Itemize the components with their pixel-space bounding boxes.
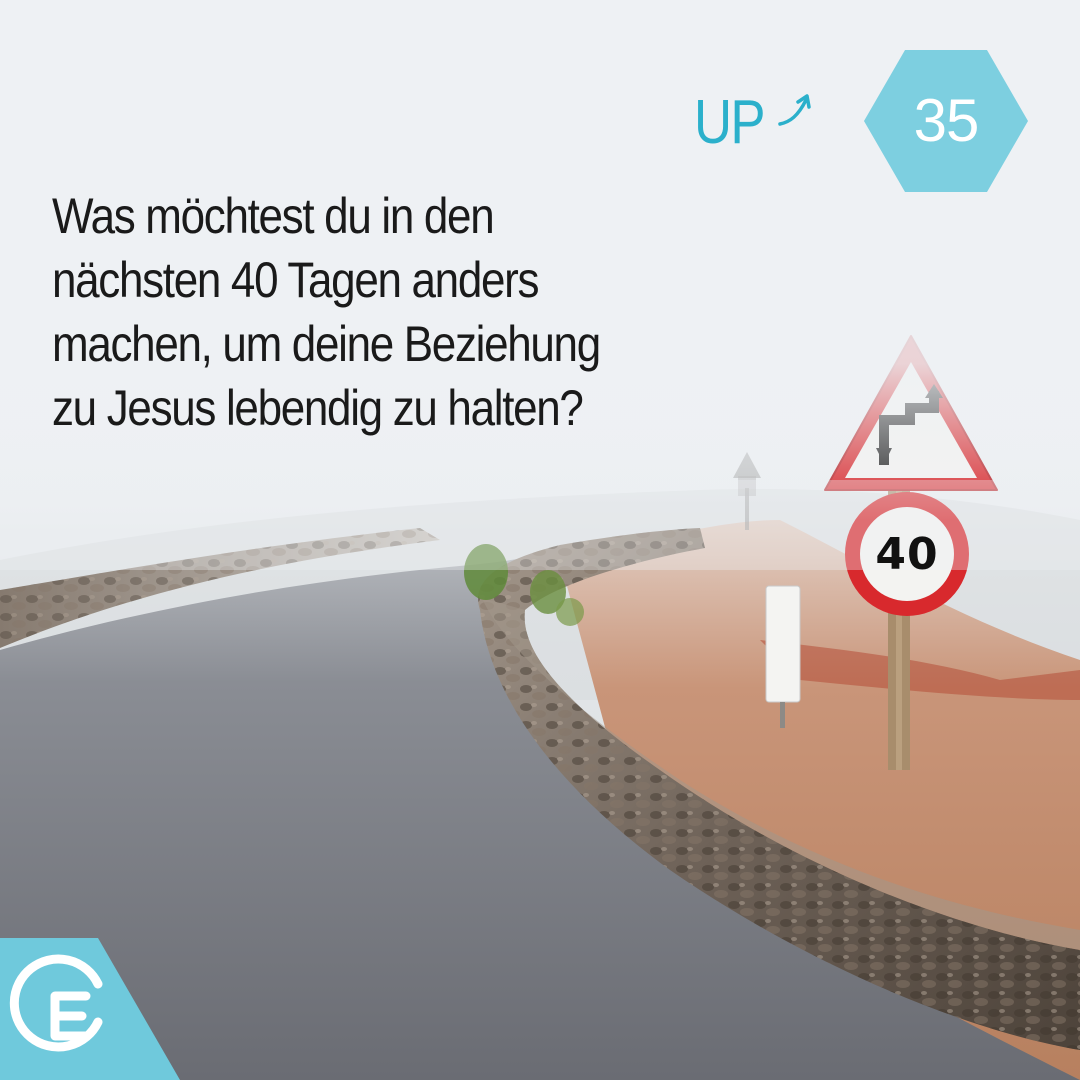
curved-arrow-icon <box>778 94 811 126</box>
question-line-3: machen, um deine Beziehung <box>52 316 601 372</box>
question-line-1: Was möchtest du in den <box>52 188 495 244</box>
day-number-badge: 35 <box>864 50 1028 192</box>
up-brand-mark: UP <box>694 88 824 158</box>
question-line-4: zu Jesus lebendig zu halten? <box>52 380 584 436</box>
up-label: UP <box>694 88 766 157</box>
question-text: Was möchtest du in den nächsten 40 Tagen… <box>52 184 615 440</box>
post-canvas: 40 Was möchtest du in den nächsten 40 Ta… <box>0 0 1080 1080</box>
day-number: 35 <box>913 87 980 154</box>
question-line-2: nächsten 40 Tagen anders <box>52 252 539 308</box>
ec-logo-icon <box>0 938 180 1080</box>
speed-limit-sign-label: 40 <box>875 529 939 580</box>
